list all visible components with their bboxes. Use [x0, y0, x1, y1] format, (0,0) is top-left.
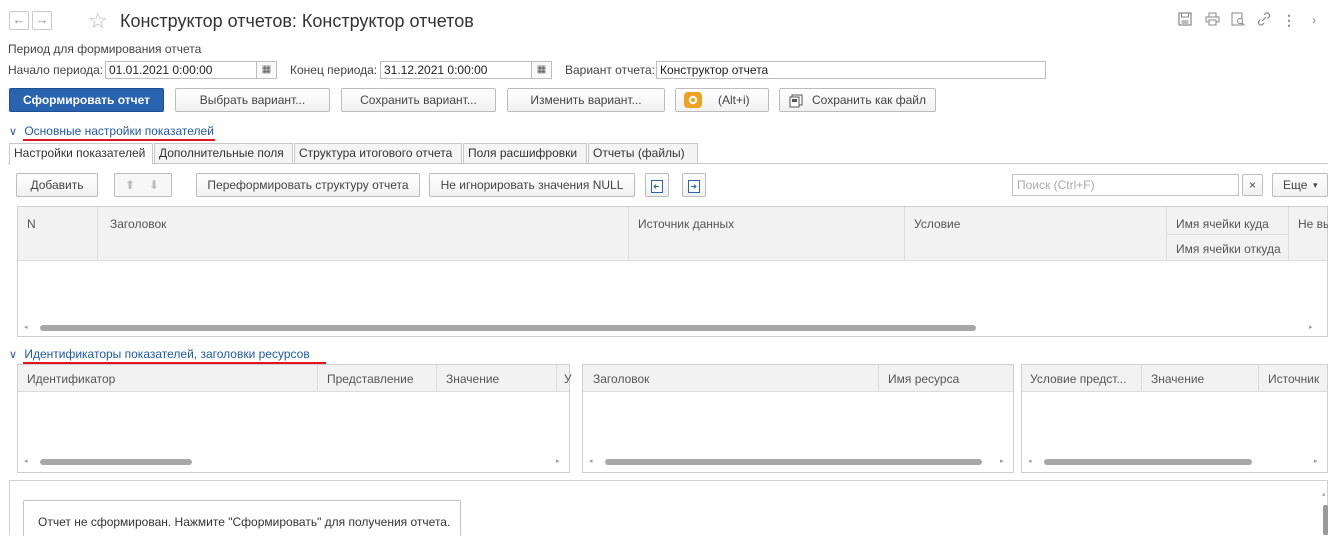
print-icon[interactable]	[1204, 12, 1220, 28]
calendar-icon[interactable]: ▦	[532, 61, 552, 79]
horizontal-scrollbar[interactable]	[40, 325, 976, 331]
preview-icon[interactable]	[1230, 12, 1246, 28]
column-data-source[interactable]: Источник данных	[638, 217, 734, 231]
more-button[interactable]: Еще ▾	[1272, 173, 1328, 197]
arrow-up-icon[interactable]: ⬆	[125, 174, 135, 196]
horizontal-scrollbar[interactable]	[1044, 459, 1252, 465]
link-icon[interactable]	[1256, 12, 1272, 28]
settings-section-title: Основные настройки показателей	[24, 124, 214, 138]
save-icon[interactable]	[1177, 12, 1193, 28]
column-resource-name[interactable]: Имя ресурса	[888, 372, 959, 386]
column-value[interactable]: Значение	[446, 372, 499, 386]
choose-variant-button[interactable]: Выбрать вариант...	[175, 88, 330, 112]
page-title: Конструктор отчетов: Конструктор отчетов	[120, 11, 474, 31]
do-not-ignore-null-button[interactable]: Не игнорировать значения NULL	[429, 173, 635, 197]
period-start-label: Начало периода:	[8, 63, 104, 77]
section-underline	[23, 139, 215, 141]
expand-right-icon	[688, 178, 700, 200]
period-start-field[interactable]: 01.01.2021 0:00:00	[105, 61, 257, 79]
period-group-label: Период для формирования отчета	[8, 42, 202, 56]
reform-structure-button[interactable]: Переформировать структуру отчета	[196, 173, 420, 197]
report-variant-label: Вариант отчета:	[565, 63, 655, 77]
period-end-field[interactable]: 31.12.2021 0:00:00	[380, 61, 532, 79]
hotkey-button[interactable]: (Alt+i)	[675, 88, 769, 112]
column-condition[interactable]: Условие	[914, 217, 960, 231]
eye-icon	[684, 92, 702, 108]
table-header	[18, 207, 1327, 261]
tab-additional-fields[interactable]: Дополнительные поля	[154, 143, 293, 163]
save-as-file-label: Сохранить как файл	[812, 93, 926, 107]
arrow-down-icon[interactable]: ⬇	[149, 174, 159, 196]
scroll-up-icon[interactable]: ▴	[1322, 490, 1326, 498]
forward-button[interactable]: →	[32, 11, 52, 30]
save-file-icon	[789, 93, 803, 115]
calendar-icon[interactable]: ▦	[257, 61, 277, 79]
generate-report-button[interactable]: Сформировать отчет	[9, 88, 164, 112]
column-header[interactable]: Заголовок	[110, 217, 166, 231]
column-condition[interactable]: Условие предст...	[1030, 372, 1126, 386]
identifiers-section-header[interactable]: ∨ Идентификаторы показателей, заголовки …	[9, 347, 310, 361]
resource-headers-table[interactable]: Заголовок Имя ресурса ◂ ▸	[582, 364, 1014, 473]
chevron-down-icon: ∨	[9, 126, 18, 138]
tab-report-files[interactable]: Отчеты (файлы)	[588, 143, 698, 163]
conditions-table[interactable]: Условие предст... Значение Источник ◂ ▸	[1021, 364, 1328, 473]
clear-search-icon[interactable]: ×	[1242, 174, 1263, 196]
hotkey-label: (Alt+i)	[718, 93, 750, 107]
identifiers-table[interactable]: Идентификатор Представление Значение У ◂…	[17, 364, 572, 473]
column-cell-from[interactable]: Имя ячейки откуда	[1176, 242, 1281, 256]
indicators-table[interactable]: N Заголовок Источник данных Условие Имя …	[17, 206, 1328, 337]
tab-indicator-settings[interactable]: Настройки показателей	[9, 143, 153, 164]
horizontal-scrollbar[interactable]	[605, 459, 982, 465]
column-source[interactable]: Источник	[1268, 372, 1319, 386]
column-identifier[interactable]: Идентификатор	[27, 372, 115, 386]
more-icon[interactable]: ⋮	[1281, 12, 1297, 28]
more-label: Еще	[1283, 178, 1308, 192]
column-value[interactable]: Значение	[1151, 372, 1204, 386]
change-variant-button[interactable]: Изменить вариант...	[507, 88, 665, 112]
collapse-left-icon	[651, 178, 663, 200]
expand-columns-button[interactable]	[682, 173, 706, 197]
add-button[interactable]: Добавить	[16, 173, 98, 197]
tabs-baseline	[8, 163, 1328, 164]
tab-report-structure[interactable]: Структура итогового отчета	[294, 143, 462, 163]
status-message: Отчет не сформирован. Нажмите "Сформиров…	[23, 500, 461, 536]
column-cell-to[interactable]: Имя ячейки куда	[1176, 217, 1269, 231]
column-presentation[interactable]: Представление	[327, 372, 414, 386]
favorite-star-icon[interactable]: ☆	[88, 8, 108, 34]
column-header[interactable]: Заголовок	[593, 372, 649, 386]
horizontal-scrollbar[interactable]	[40, 459, 192, 465]
chevron-down-icon: ∨	[9, 349, 18, 361]
report-variant-field[interactable]: Конструктор отчета	[656, 61, 1046, 79]
save-as-file-button[interactable]: Сохранить как файл	[779, 88, 936, 112]
chevron-down-icon: ▾	[1313, 180, 1318, 190]
tab-decoding-fields[interactable]: Поля расшифровки	[463, 143, 587, 163]
vertical-scrollbar[interactable]	[1323, 505, 1328, 535]
column-not-shown[interactable]: Не вы	[1298, 217, 1328, 231]
expand-icon[interactable]: ›	[1306, 12, 1322, 28]
period-end-label: Конец периода:	[290, 63, 378, 77]
column-cut[interactable]: У	[564, 372, 572, 386]
search-input[interactable]: Поиск (Ctrl+F)	[1012, 174, 1239, 196]
move-buttons: ⬆ ⬇	[114, 173, 172, 197]
save-variant-button[interactable]: Сохранить вариант...	[341, 88, 496, 112]
settings-section-header[interactable]: ∨ Основные настройки показателей	[9, 124, 214, 138]
identifiers-section-title: Идентификаторы показателей, заголовки ре…	[24, 347, 310, 361]
back-button[interactable]: ←	[9, 11, 29, 30]
column-n[interactable]: N	[27, 217, 36, 231]
collapse-columns-button[interactable]	[645, 173, 669, 197]
